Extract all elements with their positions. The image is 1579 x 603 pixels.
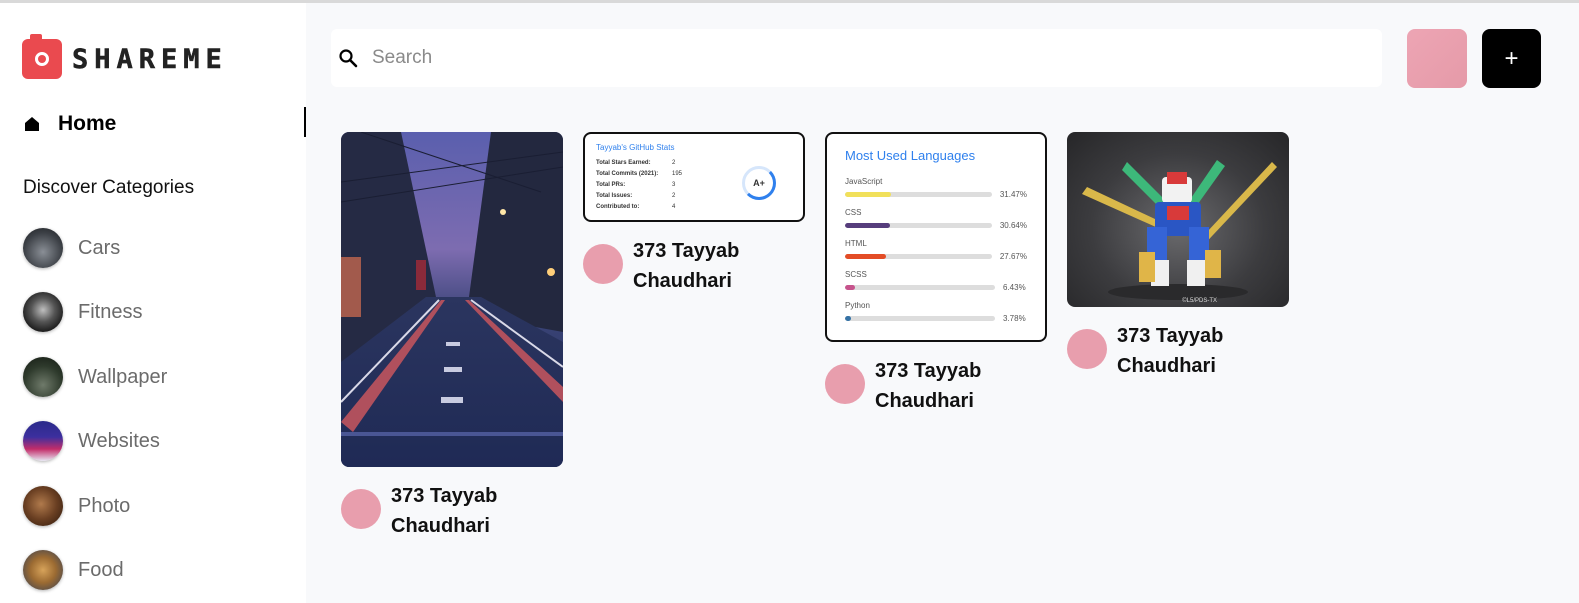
author-avatar <box>825 364 865 404</box>
pin-image[interactable]: Tayyab's GitHub Stats Total Stars Earned… <box>583 132 805 222</box>
category-thumbnail <box>23 550 63 590</box>
author-avatar <box>1067 329 1107 369</box>
language-bar-row: 31.47% <box>845 190 1027 199</box>
grade-badge: A+ <box>742 166 776 200</box>
sidebar-item-photo[interactable]: Photo <box>23 486 130 526</box>
language-name: Python <box>845 301 870 310</box>
author-name: 373 Tayyab Chaudhari <box>1117 325 1224 377</box>
language-bar-fill <box>845 254 886 259</box>
sidebar-item-wallpaper[interactable]: Wallpaper <box>23 357 167 397</box>
search-input[interactable] <box>370 46 1274 70</box>
author-name: 373 Tayyab Chaudhari <box>391 485 498 537</box>
robot-figure-photo <box>1082 160 1277 300</box>
pin-author[interactable]: 373 Tayyab Chaudhari <box>341 481 563 541</box>
stats-row: Contributed to: 4 <box>596 204 676 210</box>
language-bar-row: 30.64% <box>845 221 1027 230</box>
sidebar-item-label: Fitness <box>78 300 143 323</box>
language-bar-fill <box>845 192 892 197</box>
pin-card[interactable]: ©L5/PDS-TX 373 Tayyab Chaudhari <box>1067 132 1289 381</box>
sidebar-item-label: Websites <box>78 429 160 452</box>
language-percent: 30.64% <box>999 221 1027 230</box>
photo-caption: ©L5/PDS-TX <box>1182 298 1217 304</box>
sidebar-item-label: Photo <box>78 494 131 517</box>
category-thumbnail <box>23 486 63 526</box>
language-percent: 3.78% <box>1003 314 1026 323</box>
language-bar-fill <box>845 316 851 321</box>
languages-title: Most Used Languages <box>845 148 976 163</box>
language-bar <box>845 285 995 290</box>
sidebar-item-home[interactable]: Home <box>22 107 306 141</box>
language-percent: 31.47% <box>999 190 1027 199</box>
language-item: SCSS 6.43% <box>845 270 1027 292</box>
discover-heading: Discover Categories <box>23 177 195 198</box>
pin-card[interactable]: 373 Tayyab Chaudhari <box>341 132 563 541</box>
language-percent: 6.43% <box>1003 283 1026 292</box>
language-bar-row: 27.67% <box>845 252 1027 261</box>
pin-card[interactable]: Tayyab's GitHub Stats Total Stars Earned… <box>583 132 805 296</box>
sidebar: SHAREME Home Discover Categories Cars Fi… <box>0 3 306 603</box>
pin-image[interactable]: ©L5/PDS-TX <box>1067 132 1289 307</box>
category-thumbnail <box>23 421 63 461</box>
language-bar-fill <box>845 285 855 290</box>
stats-title: Tayyab's GitHub Stats <box>596 143 675 152</box>
category-thumbnail <box>23 292 63 332</box>
camera-logo-icon <box>22 34 62 79</box>
sidebar-item-fitness[interactable]: Fitness <box>23 292 142 332</box>
language-bar <box>845 316 995 321</box>
pin-author[interactable]: 373 Tayyab Chaudhari <box>1067 321 1289 381</box>
language-item: JavaScript 31.47% <box>845 177 1027 199</box>
language-percent: 27.67% <box>999 252 1027 261</box>
language-bar <box>845 254 992 259</box>
language-item: Python 3.78% <box>845 301 1027 323</box>
language-name: JavaScript <box>845 177 883 186</box>
sidebar-item-food[interactable]: Food <box>23 550 124 590</box>
language-bar-row: 3.78% <box>845 314 1027 323</box>
user-avatar[interactable] <box>1407 29 1467 88</box>
street-photo <box>341 132 563 467</box>
search-icon <box>339 49 358 68</box>
language-name: HTML <box>845 239 867 248</box>
search-bar[interactable] <box>331 29 1382 87</box>
language-bar-row: 6.43% <box>845 283 1027 292</box>
language-bar <box>845 223 992 228</box>
language-name: SCSS <box>845 270 867 279</box>
category-thumbnail <box>23 357 63 397</box>
sidebar-item-label: Food <box>78 558 124 581</box>
author-name: 373 Tayyab Chaudhari <box>633 240 740 292</box>
language-item: CSS 30.64% <box>845 208 1027 230</box>
sidebar-item-label: Cars <box>78 236 121 259</box>
pin-card[interactable]: Most Used Languages JavaScript 31.47% CSS 3… <box>825 132 1047 416</box>
pin-image[interactable] <box>341 132 563 467</box>
language-bar <box>845 192 992 197</box>
language-item: HTML 27.67% <box>845 239 1027 261</box>
add-pin-button[interactable]: + <box>1482 29 1541 88</box>
language-name: CSS <box>845 208 862 217</box>
pin-author[interactable]: 373 Tayyab Chaudhari <box>825 356 1047 416</box>
category-thumbnail <box>23 228 63 268</box>
author-avatar <box>341 489 381 529</box>
author-avatar <box>583 244 623 284</box>
sidebar-item-cars[interactable]: Cars <box>23 228 120 268</box>
author-name: 373 Tayyab Chaudhari <box>875 360 982 412</box>
sidebar-item-websites[interactable]: Websites <box>23 421 160 461</box>
sidebar-item-label: Home <box>58 112 117 135</box>
logo[interactable]: SHAREME <box>22 34 228 79</box>
language-bar-fill <box>845 223 890 228</box>
brand-name: SHAREME <box>72 43 228 75</box>
sidebar-item-label: Wallpaper <box>78 365 168 388</box>
pin-image[interactable]: Most Used Languages JavaScript 31.47% CSS 3… <box>825 132 1047 342</box>
home-icon <box>25 117 39 131</box>
pin-author[interactable]: 373 Tayyab Chaudhari <box>583 236 805 296</box>
